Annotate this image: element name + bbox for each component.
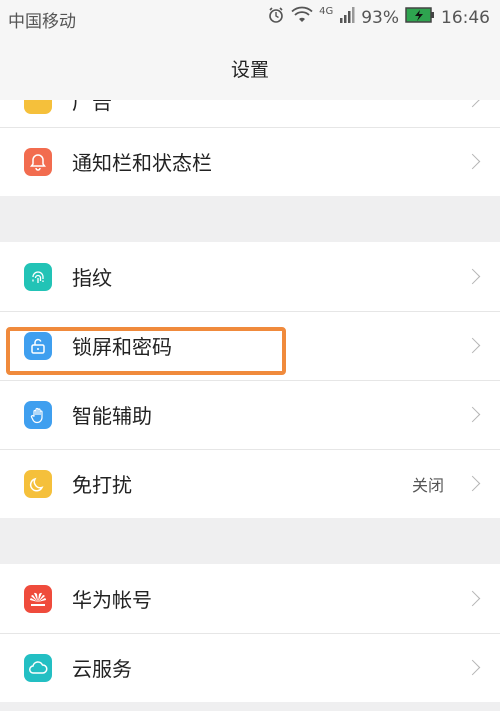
settings-item-lockscreen-password[interactable]: 锁屏和密码 <box>0 311 500 380</box>
chevron-right-icon <box>464 337 481 354</box>
cloud-icon <box>24 653 52 682</box>
settings-item-label: 智能辅助 <box>72 404 152 428</box>
page-title: 设置 <box>0 36 500 101</box>
settings-item-label: 华为帐号 <box>72 588 152 612</box>
chevron-right-icon <box>464 659 481 676</box>
alarm-icon <box>267 6 285 29</box>
settings-section-2: 指纹 锁屏和密码 智能辅助 免打扰 关闭 <box>0 242 500 518</box>
signal-icon <box>339 6 355 29</box>
fingerprint-icon <box>24 262 52 291</box>
settings-item-smart-assist[interactable]: 智能辅助 <box>0 380 500 449</box>
partial-icon <box>24 100 52 114</box>
settings-item-label: 指纹 <box>72 266 112 290</box>
unlock-icon <box>24 331 52 360</box>
settings-item-ad[interactable]: 广告 <box>0 100 500 127</box>
battery-charging-icon <box>405 7 435 28</box>
settings-item-do-not-disturb[interactable]: 免打扰 关闭 <box>0 449 500 518</box>
network-type: 4G <box>319 6 334 17</box>
huawei-icon <box>24 584 52 613</box>
settings-item-label: 广告 <box>72 100 112 114</box>
battery-percent: 93% <box>361 7 399 28</box>
carrier-name: 中国移动 <box>8 12 76 32</box>
clock-time: 16:46 <box>441 7 490 28</box>
settings-item-fingerprint[interactable]: 指纹 <box>0 242 500 311</box>
settings-item-label: 免打扰 <box>72 473 132 497</box>
chevron-right-icon <box>464 268 481 285</box>
settings-list: 广告 通知栏和状态栏 指纹 锁屏和密码 智能辅助 免打扰 关闭 华为帐号 云服务 <box>0 100 500 702</box>
bell-icon <box>24 147 52 176</box>
status-bar: 中国移动 4G 93% 16:46 <box>0 0 500 36</box>
chevron-right-icon <box>464 475 481 492</box>
status-icons: 4G 93% 16:46 <box>267 6 490 29</box>
settings-section-1: 广告 通知栏和状态栏 <box>0 100 500 196</box>
moon-icon <box>24 469 52 498</box>
section-divider <box>0 518 500 564</box>
chevron-right-icon <box>464 153 481 170</box>
hand-icon <box>24 400 52 429</box>
chevron-right-icon <box>464 590 481 607</box>
settings-item-label: 云服务 <box>72 657 132 681</box>
section-divider <box>0 196 500 242</box>
settings-item-huawei-account[interactable]: 华为帐号 <box>0 564 500 633</box>
chevron-right-icon <box>464 100 481 108</box>
settings-item-value: 关闭 <box>411 475 444 495</box>
settings-item-label: 锁屏和密码 <box>72 335 172 359</box>
chevron-right-icon <box>464 406 481 423</box>
settings-item-cloud-service[interactable]: 云服务 <box>0 633 500 702</box>
settings-item-label: 通知栏和状态栏 <box>72 151 212 175</box>
settings-item-notification-statusbar[interactable]: 通知栏和状态栏 <box>0 127 500 196</box>
settings-section-3: 华为帐号 云服务 <box>0 564 500 702</box>
wifi-icon <box>291 6 313 29</box>
